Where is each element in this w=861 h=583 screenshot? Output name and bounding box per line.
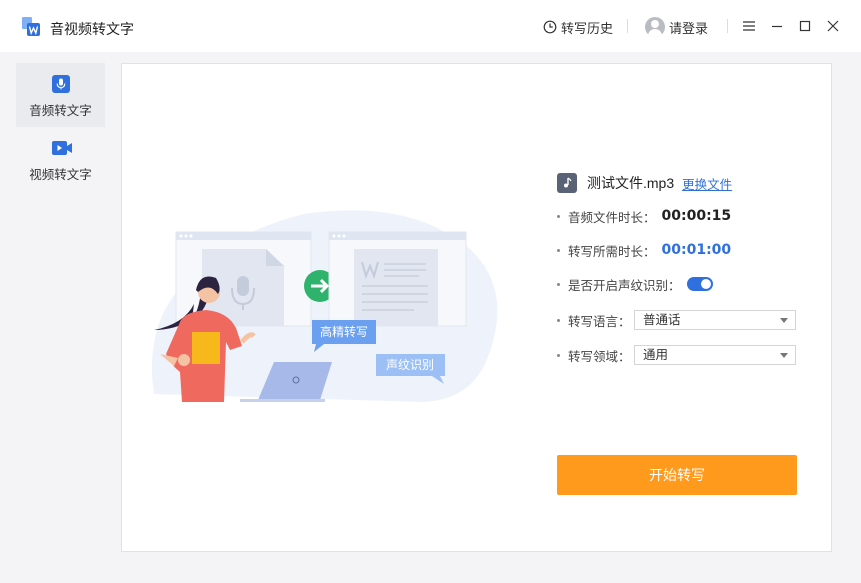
domain-value: 通用 (643, 348, 669, 362)
divider (627, 19, 628, 33)
clock-icon (543, 20, 557, 34)
language-value: 普通话 (643, 313, 681, 327)
maximize-icon[interactable] (797, 18, 813, 34)
duration-row: 音频文件时长： 00:00:15 (557, 206, 817, 226)
file-row: 测试文件.mp3 更换文件 (557, 172, 817, 194)
voiceprint-toggle[interactable] (686, 277, 713, 291)
login-button[interactable]: 请登录 (645, 16, 708, 38)
minimize-icon[interactable] (769, 18, 785, 34)
music-note-icon (564, 177, 572, 188)
main-panel: 高精转写 声纹识别 测试文件.mp3 更换文件 音频文件时长： 00:00:15… (121, 63, 832, 552)
change-file-link[interactable]: 更换文件 (682, 174, 732, 193)
bullet (557, 282, 560, 286)
language-select[interactable]: 普通话 (634, 310, 796, 330)
app-title: 音视频转文字 (50, 21, 134, 37)
microphone-icon (52, 75, 70, 93)
sidebar-item-video-to-text[interactable]: 视频转文字 (16, 127, 105, 191)
bullet (557, 318, 560, 322)
bullet (557, 214, 560, 218)
divider (727, 19, 728, 33)
needed-time-label: 转写所需时长： (568, 244, 656, 259)
history-button[interactable]: 转写历史 (543, 17, 613, 37)
domain-label: 转写领域： (568, 349, 631, 364)
language-label: 转写语言： (568, 314, 631, 329)
duration-value: 00:00:15 (661, 208, 732, 224)
video-camera-icon (52, 141, 72, 155)
transcription-illustration: 高精转写 声纹识别 (152, 210, 498, 402)
sidebar-item-audio-to-text[interactable]: 音频转文字 (16, 63, 105, 127)
login-label: 请登录 (669, 20, 709, 36)
close-icon[interactable] (825, 18, 841, 34)
bubble-voiceprint-text: 声纹识别 (386, 358, 434, 372)
history-label: 转写历史 (561, 20, 614, 36)
sidebar-item-label: 音频转文字 (29, 104, 92, 118)
start-transcription-button[interactable]: 开始转写 (557, 455, 797, 495)
needed-time-row: 转写所需时长： 00:01:00 (557, 240, 817, 260)
bullet (557, 353, 560, 357)
avatar-icon (645, 17, 665, 37)
voiceprint-row: 是否开启声纹识别： (557, 274, 817, 294)
menu-icon[interactable] (741, 18, 757, 34)
domain-select[interactable]: 通用 (634, 345, 796, 365)
duration-label: 音频文件时长： (568, 210, 656, 225)
sidebar: 音频转文字 视频转文字 (16, 63, 105, 223)
chevron-down-icon (780, 318, 788, 323)
voiceprint-label: 是否开启声纹识别： (568, 278, 681, 293)
music-file-icon (557, 173, 577, 193)
bullet (557, 248, 560, 252)
title-bar: 音视频转文字 转写历史 请登录 (0, 0, 861, 52)
bubble-hd-text: 高精转写 (320, 324, 368, 339)
sidebar-item-label: 视频转文字 (29, 168, 92, 182)
file-name: 测试文件.mp3 (587, 175, 675, 191)
chevron-down-icon (780, 353, 788, 358)
app-logo-icon (22, 17, 40, 36)
needed-time-value: 00:01:00 (661, 242, 732, 258)
